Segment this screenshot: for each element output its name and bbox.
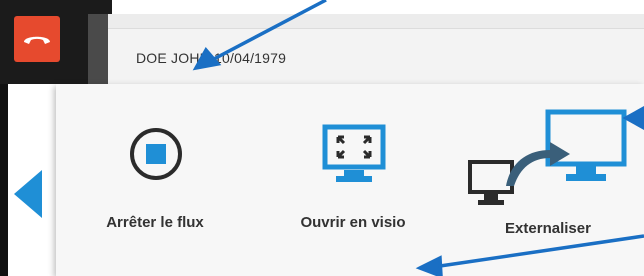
collapse-panel-arrow-icon[interactable]: [14, 170, 42, 218]
stop-stream-label: Arrêter le flux: [106, 214, 204, 231]
externalize-button[interactable]: Externaliser: [452, 84, 644, 276]
patient-birthdate: 10/04/1979: [214, 50, 287, 66]
stop-stream-button[interactable]: Arrêter le flux: [56, 84, 255, 276]
actions-panel: Arrêter le flux Ouvrir en visio External…: [56, 84, 644, 276]
fullscreen-monitor-icon: [322, 124, 386, 182]
open-visio-label: Ouvrir en visio: [300, 214, 406, 231]
patient-header: DOE JOHN 10/04/1979: [108, 14, 644, 85]
patient-name: DOE JOHN: [136, 50, 210, 66]
side-strip: [88, 14, 108, 84]
external-display-icon: [468, 109, 627, 205]
hang-up-button[interactable]: [14, 16, 60, 62]
externalize-label: Externaliser: [505, 220, 591, 237]
patient-identity: DOE JOHN 10/04/1979: [136, 50, 286, 66]
phone-hangup-icon: [24, 36, 50, 44]
open-visio-button[interactable]: Ouvrir en visio: [254, 84, 453, 276]
stop-icon: [130, 128, 182, 180]
